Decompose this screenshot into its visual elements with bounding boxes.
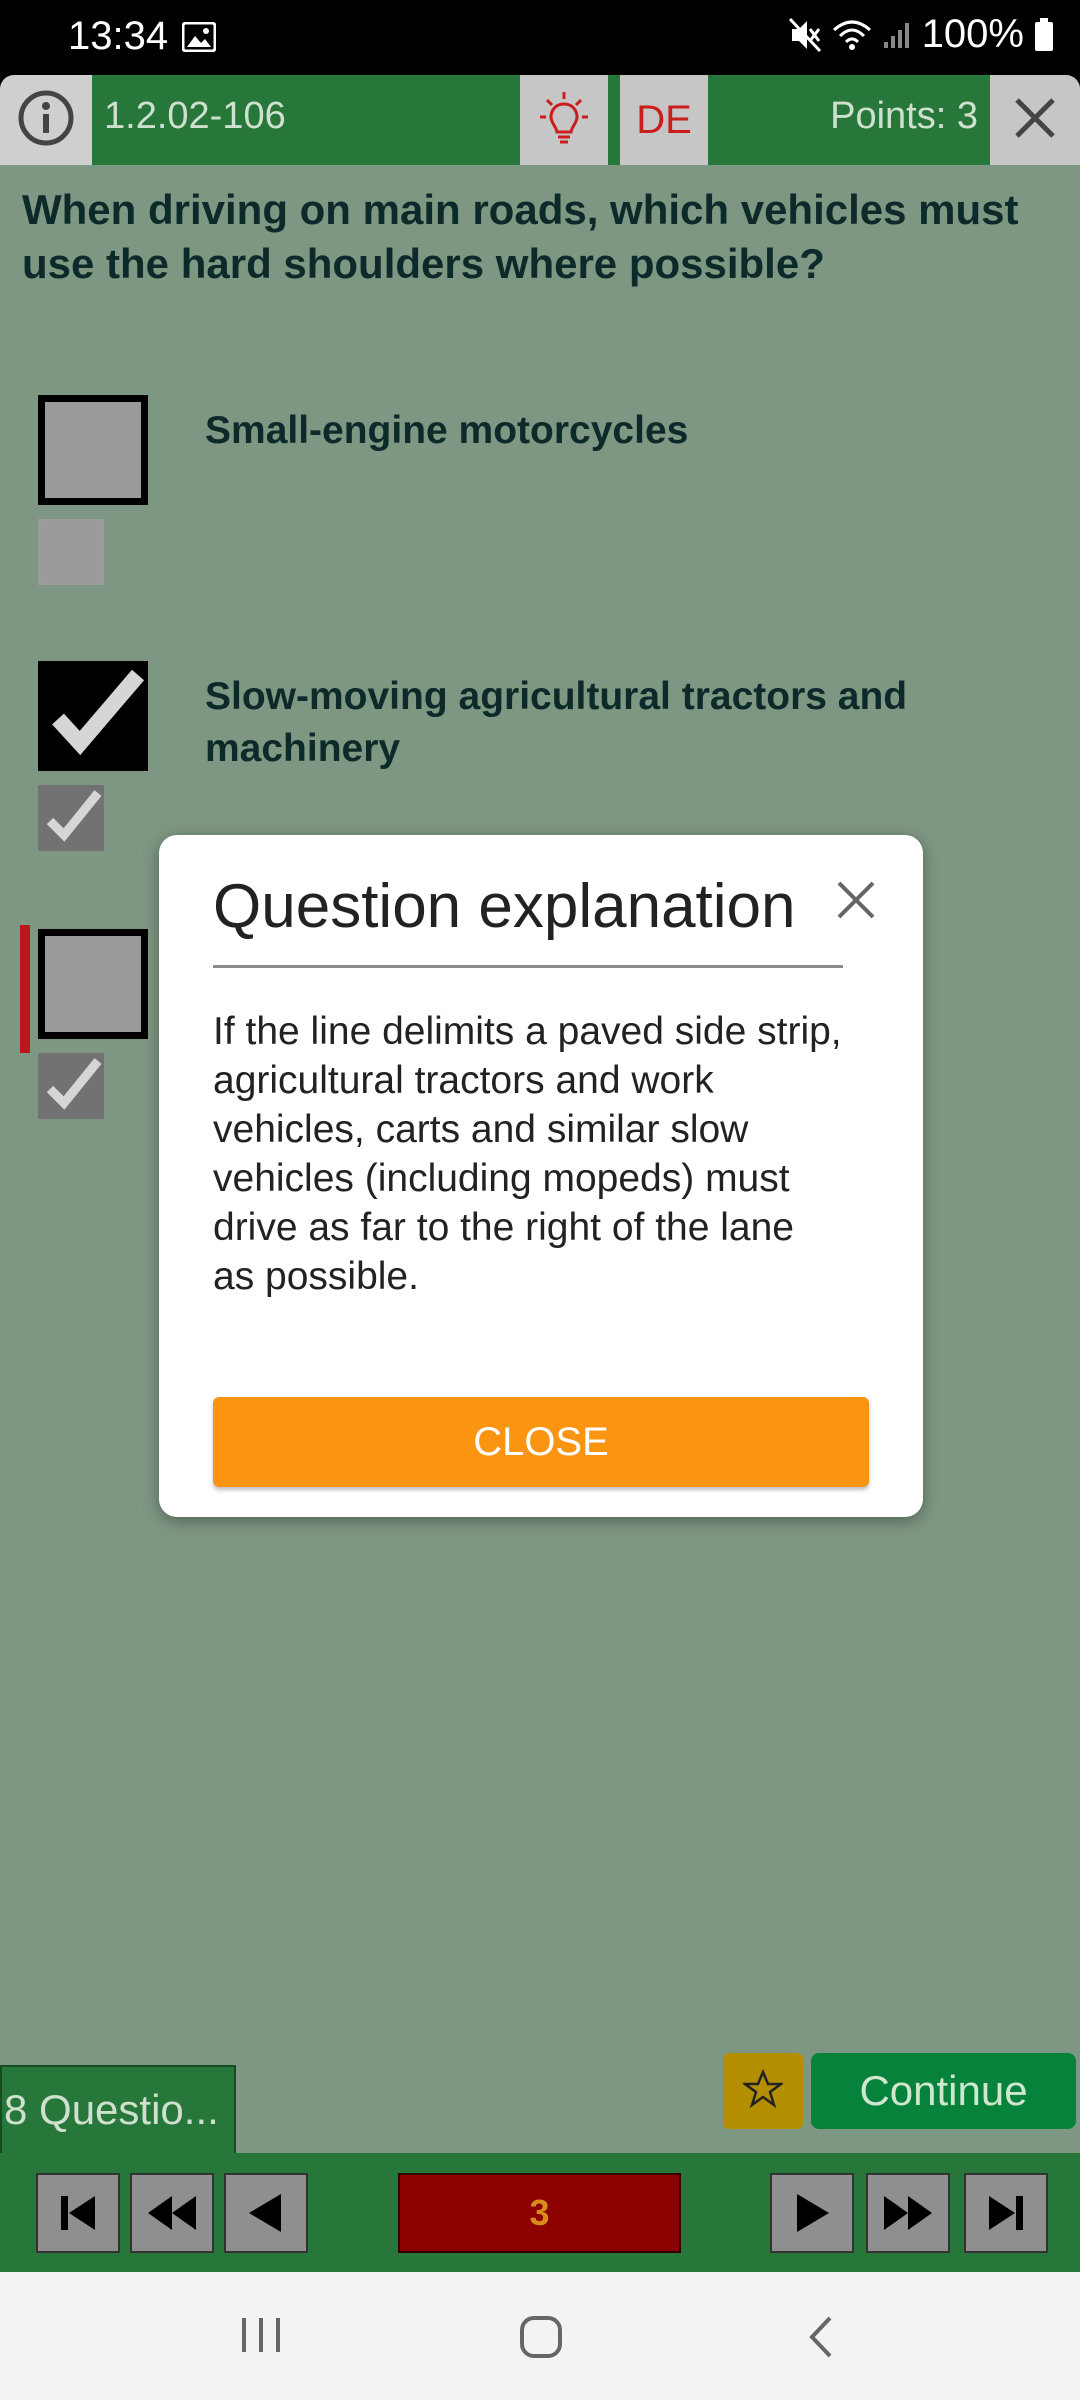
status-bar: 13:34 100% — [0, 0, 1080, 75]
home-icon[interactable] — [518, 2314, 564, 2360]
status-time: 13:34 — [68, 14, 169, 58]
signal-icon — [882, 20, 912, 50]
gallery-notification-icon — [181, 21, 217, 53]
battery-percent: 100% — [921, 12, 1024, 56]
close-icon — [837, 881, 875, 919]
dialog-overlay: Question explanation If the line delimit… — [0, 75, 1080, 2272]
battery-icon — [1034, 17, 1054, 52]
dialog-close-button[interactable] — [831, 875, 881, 925]
system-navigation-bar — [0, 2272, 1080, 2400]
status-indicators: 100% — [788, 12, 1054, 57]
dialog-title: Question explanation — [213, 872, 796, 941]
wifi-icon — [832, 18, 872, 52]
dialog-divider — [213, 965, 843, 968]
explanation-dialog: Question explanation If the line delimit… — [159, 835, 923, 1517]
recent-apps-icon[interactable] — [238, 2314, 284, 2356]
mute-icon — [788, 17, 822, 53]
dialog-close-action-button[interactable]: CLOSE — [213, 1397, 869, 1487]
back-icon[interactable] — [804, 2314, 838, 2360]
dialog-body: If the line delimits a paved side strip,… — [213, 1010, 842, 1298]
